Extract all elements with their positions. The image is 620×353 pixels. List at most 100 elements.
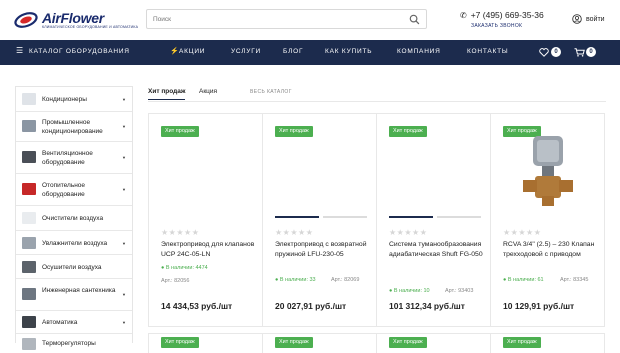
industrial-ac-icon (22, 120, 36, 132)
product-card[interactable]: Хит продаж ★★★★★ Электропривод для клапа… (148, 113, 263, 327)
sidebar-item-label: Осушители воздуха (42, 264, 102, 271)
callback-link[interactable]: ЗАКАЗАТЬ ЗВОНОК (471, 23, 522, 29)
lightning-icon: ⚡ (170, 48, 179, 55)
nav-how-to-buy[interactable]: КАК КУПИТЬ (325, 48, 372, 55)
product-card[interactable]: Хит продаж (148, 333, 263, 353)
cart-icon[interactable] (574, 48, 585, 57)
product-card[interactable]: Хит продаж ★★★★★ Система туманообразован… (376, 113, 491, 327)
product-price: 14 434,53 руб./шт (161, 301, 233, 311)
stock-text: В наличии: 4474 (165, 265, 208, 271)
product-price: 20 027,91 руб./шт (275, 301, 347, 311)
logo[interactable]: AirFlower КЛИМАТИЧЕСКОЕ ОБОРУДОВАНИЕ И А… (14, 9, 138, 31)
plumbing-icon (22, 288, 36, 300)
product-tabs: Хит продаж Акция ВЕСЬ КАТАЛОГ (148, 85, 606, 101)
nav-company[interactable]: КОМПАНИЯ (397, 48, 441, 55)
product-name[interactable]: Электропривод с возвратной пружиной LFU-… (275, 240, 371, 260)
all-catalog-link[interactable]: ВЕСЬ КАТАЛОГ (250, 89, 292, 95)
sidebar-item-ventilation[interactable]: Вентиляционное оборудование ▼ (16, 142, 132, 174)
sidebar-item-label: Промышленное кондиционирование (42, 119, 103, 135)
image-slider-indicator[interactable] (275, 216, 319, 218)
tab-hit-sales[interactable]: Хит продаж (148, 88, 186, 100)
sidebar-item-heating[interactable]: Отопительное оборудование ▼ (16, 174, 132, 206)
image-slider-indicator[interactable] (323, 216, 367, 218)
product-name[interactable]: RCVA 3/4" (2.5) – 230 Клапан трехходовой… (503, 240, 599, 260)
catalog-sidebar: Кондиционеры ▼ Промышленное кондициониро… (15, 86, 133, 350)
phone-icon: ✆ (460, 11, 467, 20)
sidebar-item-dehumidifiers[interactable]: Осушители воздуха (16, 255, 132, 279)
product-card[interactable]: Хит продаж ★★★★★ RCVA 3/4" (2.5) – 230 К… (490, 113, 605, 327)
phone-text: +7 (495) 669-35-36 (470, 10, 544, 20)
rating-stars: ★★★★★ (161, 228, 200, 237)
product-card[interactable]: Хит продаж (376, 333, 491, 353)
image-slider-indicator[interactable] (437, 216, 481, 218)
nav-catalog[interactable]: КАТАЛОГ ОБОРУДОВАНИЯ (29, 48, 130, 55)
login-label: войти (586, 15, 605, 23)
sidebar-item-plumbing[interactable]: Инженерная сантехника ▼ (16, 279, 132, 311)
user-icon (572, 14, 582, 24)
tabs-divider (148, 101, 606, 102)
menu-icon[interactable]: ☰ (16, 46, 23, 55)
stock-text: В наличии: 10 (393, 288, 430, 294)
sidebar-item-label: Автоматика (42, 319, 78, 326)
sidebar-item-label: Инженерная сантехника (42, 287, 116, 294)
phone-number[interactable]: ✆ +7 (495) 669-35-36 (460, 10, 544, 20)
caret-down-icon: ▼ (122, 292, 126, 297)
cart-count-badge: 0 (586, 47, 596, 57)
sidebar-item-label: Отопительное оборудование (42, 182, 86, 198)
hit-badge: Хит продаж (161, 126, 199, 137)
nav-blog[interactable]: БЛОГ (283, 48, 303, 55)
heater-icon (22, 183, 36, 195)
search-icon[interactable] (409, 14, 420, 25)
rating-stars: ★★★★★ (275, 228, 314, 237)
logo-text: AirFlower (42, 10, 104, 26)
caret-down-icon: ▼ (122, 155, 126, 160)
product-card[interactable]: Хит продаж (490, 333, 605, 353)
nav-sales[interactable]: АКЦИИ (179, 48, 205, 55)
product-name[interactable]: Система туманообразования адиабатическая… (389, 240, 485, 260)
ventilation-icon (22, 151, 36, 163)
stock-text: В наличии: 61 (507, 277, 544, 283)
product-price: 101 312,34 руб./шт (389, 301, 465, 311)
sidebar-item-humidifiers[interactable]: Увлажнители воздуха ▼ (16, 231, 132, 255)
rating-stars: ★★★★★ (503, 228, 542, 237)
rating-stars: ★★★★★ (389, 228, 428, 237)
sidebar-item-label: Увлажнители воздуха (42, 240, 108, 247)
tab-sale[interactable]: Акция (199, 88, 217, 95)
product-grid: Хит продаж ★★★★★ Электропривод для клапа… (148, 113, 606, 353)
heart-icon[interactable] (539, 48, 549, 57)
product-name[interactable]: Электропривод для клапанов UCP 24C-05-LN (161, 240, 257, 260)
sidebar-item-thermostats[interactable]: Терморегуляторы (16, 334, 132, 350)
image-slider-indicator[interactable] (389, 216, 433, 218)
sidebar-item-label: Вентиляционное оборудование (42, 150, 93, 166)
caret-down-icon: ▼ (122, 187, 126, 192)
caret-down-icon: ▼ (122, 320, 126, 325)
article-number: Арт.: 82069 (331, 277, 360, 283)
three-way-valve-image (523, 136, 573, 206)
product-card[interactable]: Хит продаж (262, 333, 377, 353)
sidebar-item-label: Кондиционеры (42, 96, 87, 103)
product-price: 10 129,91 руб./шт (503, 301, 575, 311)
dehumidifier-icon (22, 261, 36, 273)
article-number: Арт.: 82056 (161, 278, 190, 284)
stock-text: В наличии: 33 (279, 277, 316, 283)
hit-badge: Хит продаж (389, 126, 427, 137)
caret-down-icon: ▼ (122, 124, 126, 129)
main-nav: ☰ КАТАЛОГ ОБОРУДОВАНИЯ ⚡ АКЦИИ УСЛУГИ БЛ… (0, 40, 620, 65)
sidebar-item-air-purifiers[interactable]: Очистители воздуха (16, 206, 132, 231)
caret-down-icon: ▼ (122, 241, 126, 246)
nav-services[interactable]: УСЛУГИ (231, 48, 261, 55)
search-box[interactable] (146, 9, 427, 29)
sidebar-item-air-conditioners[interactable]: Кондиционеры ▼ (16, 87, 132, 112)
logo-swirl-icon (14, 12, 38, 28)
product-card[interactable]: Хит продаж ★★★★★ Электропривод с возврат… (262, 113, 377, 327)
sidebar-item-label: Терморегуляторы (42, 340, 96, 347)
article-number: Арт.: 93403 (445, 288, 474, 294)
automation-icon (22, 316, 36, 328)
stock-status: ● В наличии: 61 (503, 277, 544, 283)
sidebar-item-industrial-ac[interactable]: Промышленное кондиционирование ▼ (16, 112, 132, 142)
search-input[interactable] (153, 13, 393, 26)
login-button[interactable]: войти (572, 14, 605, 24)
sidebar-item-automation[interactable]: Автоматика ▼ (16, 311, 132, 334)
logo-tagline: КЛИМАТИЧЕСКОЕ ОБОРУДОВАНИЕ И АВТОМАТИКА (42, 25, 139, 29)
nav-contacts[interactable]: КОНТАКТЫ (467, 48, 508, 55)
